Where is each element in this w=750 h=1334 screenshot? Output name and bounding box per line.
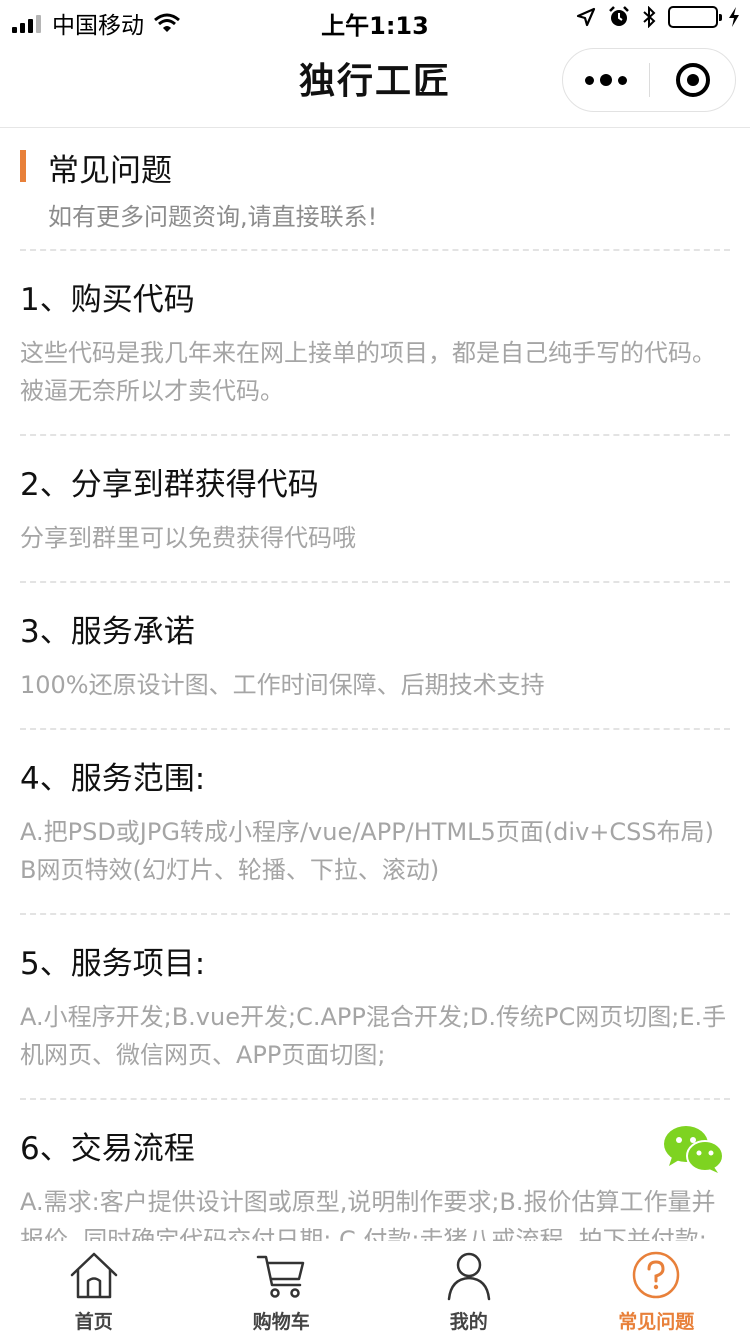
faq-item: 6、交易流程 A.需求:客户提供设计图或原型,说明制作要求;B.报价估算工作量并…: [20, 1100, 730, 1241]
faq-question: 4、服务范围:: [20, 761, 206, 797]
more-button[interactable]: [563, 49, 649, 111]
faq-answer: 这些代码是我几年来在网上接单的项目，都是自己纯手写的代码。被逼无奈所以才卖代码。: [20, 339, 716, 405]
faq-question: 1、购买代码: [20, 282, 195, 318]
tab-label: 我的: [449, 1311, 488, 1333]
question-icon: [633, 1251, 680, 1299]
section-subtitle: 如有更多问题资询,请直接联系!: [48, 203, 378, 231]
battery-icon: [668, 6, 722, 28]
faq-question: 6、交易流程: [20, 1131, 195, 1167]
faq-question: 3、服务承诺: [20, 614, 195, 650]
tab-cart[interactable]: 购物车: [188, 1241, 376, 1334]
faq-item: 1、购买代码 这些代码是我几年来在网上接单的项目，都是自己纯手写的代码。被逼无奈…: [20, 251, 730, 436]
status-bar: 中国移动 上午1:13: [0, 0, 750, 40]
cart-icon: [257, 1255, 305, 1298]
bluetooth-icon: [642, 6, 656, 28]
faq-header: 常见问题 如有更多问题资询,请直接联系!: [20, 129, 730, 251]
accent-bar: [20, 150, 26, 182]
more-dots-icon: [582, 74, 630, 86]
target-icon: [676, 63, 710, 97]
user-icon: [447, 1252, 490, 1301]
faq-answer: 分享到群里可以免费获得代码哦: [20, 524, 356, 552]
faq-item: 5、服务项目: A.小程序开发;B.vue开发;C.APP混合开发;D.传统PC…: [20, 915, 730, 1100]
alarm-icon: [608, 6, 630, 28]
faq-item: 4、服务范围: A.把PSD或JPG转成小程序/vue/APP/HTML5页面(…: [20, 730, 730, 915]
home-icon: [70, 1252, 117, 1299]
tab-label: 购物车: [252, 1311, 310, 1333]
capsule-menu: [562, 48, 736, 112]
tab-label: 首页: [74, 1311, 113, 1333]
tab-bar: 首页 购物车 我的 常见问题: [0, 1241, 750, 1334]
charging-icon: [728, 7, 740, 27]
faq-item: 2、分享到群获得代码 分享到群里可以免费获得代码哦: [20, 436, 730, 583]
section-title: 常见问题: [48, 153, 172, 189]
nav-bar: 独行工匠: [0, 40, 750, 128]
tab-home[interactable]: 首页: [0, 1241, 188, 1334]
close-button[interactable]: [650, 49, 736, 111]
faq-question: 2、分享到群获得代码: [20, 467, 319, 503]
tab-label: 常见问题: [618, 1311, 695, 1333]
wechat-icon: [664, 1126, 724, 1173]
faq-item: 3、服务承诺 100%还原设计图、工作时间保障、后期技术支持: [20, 583, 730, 730]
faq-content[interactable]: 常见问题 如有更多问题资询,请直接联系! 1、购买代码 这些代码是我几年来在网上…: [0, 129, 750, 1241]
faq-answer: A.需求:客户提供设计图或原型,说明制作要求;B.报价估算工作量并报价, 同时确…: [20, 1188, 716, 1241]
location-icon: [576, 7, 596, 27]
status-right: [564, 6, 740, 28]
faq-answer: A.把PSD或JPG转成小程序/vue/APP/HTML5页面(div+CSS布…: [20, 818, 714, 884]
tab-profile[interactable]: 我的: [375, 1241, 563, 1334]
faq-question: 5、服务项目:: [20, 946, 206, 982]
wechat-contact-button[interactable]: [662, 1124, 724, 1174]
faq-answer: 100%还原设计图、工作时间保障、后期技术支持: [20, 671, 545, 699]
tab-faq[interactable]: 常见问题: [563, 1241, 750, 1334]
faq-answer: A.小程序开发;B.vue开发;C.APP混合开发;D.传统PC网页切图;E.手…: [20, 1003, 727, 1069]
